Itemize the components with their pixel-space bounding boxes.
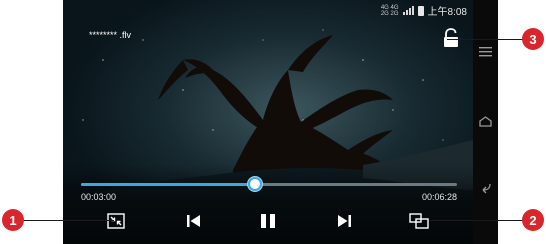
signal-icon — [402, 6, 414, 15]
status-bar: 4G 4G 2G 2G 上午8:08 — [380, 3, 467, 19]
callout-2-line — [430, 220, 528, 221]
callout-3-line — [447, 39, 525, 40]
callout-1: 1 — [2, 209, 24, 231]
progress-thumb[interactable] — [248, 177, 263, 191]
next-button[interactable] — [331, 210, 357, 232]
callout-2: 2 — [522, 209, 544, 231]
skip-previous-icon — [187, 215, 200, 227]
progress-track[interactable] — [81, 183, 457, 186]
control-panel — [63, 164, 473, 244]
navigation-bar — [473, 0, 498, 244]
battery-icon — [417, 5, 424, 16]
callout-3: 3 — [522, 28, 544, 50]
exit-fullscreen-button[interactable] — [103, 210, 129, 232]
network-indicator: 4G 4G 2G 2G — [380, 4, 399, 17]
picture-in-picture-button[interactable] — [406, 210, 432, 232]
video-file-name: ******** .flv — [89, 30, 132, 40]
menu-icon[interactable] — [478, 44, 493, 59]
current-time: 00:03:00 — [81, 192, 117, 202]
video-screen[interactable]: 4G 4G 2G 2G 上午8:08 ******** .flv 00:03:0… — [63, 0, 473, 244]
lock-icon[interactable] — [443, 28, 459, 48]
pause-button[interactable] — [255, 210, 281, 232]
status-time: 上午8:08 — [427, 7, 467, 18]
progress-fill — [81, 183, 256, 186]
home-icon[interactable] — [478, 114, 493, 129]
pause-icon — [261, 214, 275, 228]
previous-button[interactable] — [181, 210, 207, 232]
picture-in-picture-icon — [409, 213, 429, 229]
skip-next-icon — [338, 215, 351, 227]
total-time: 00:06:28 — [421, 192, 457, 202]
callout-1-line — [24, 220, 114, 221]
exit-fullscreen-icon — [107, 213, 125, 229]
back-icon[interactable] — [478, 180, 493, 195]
